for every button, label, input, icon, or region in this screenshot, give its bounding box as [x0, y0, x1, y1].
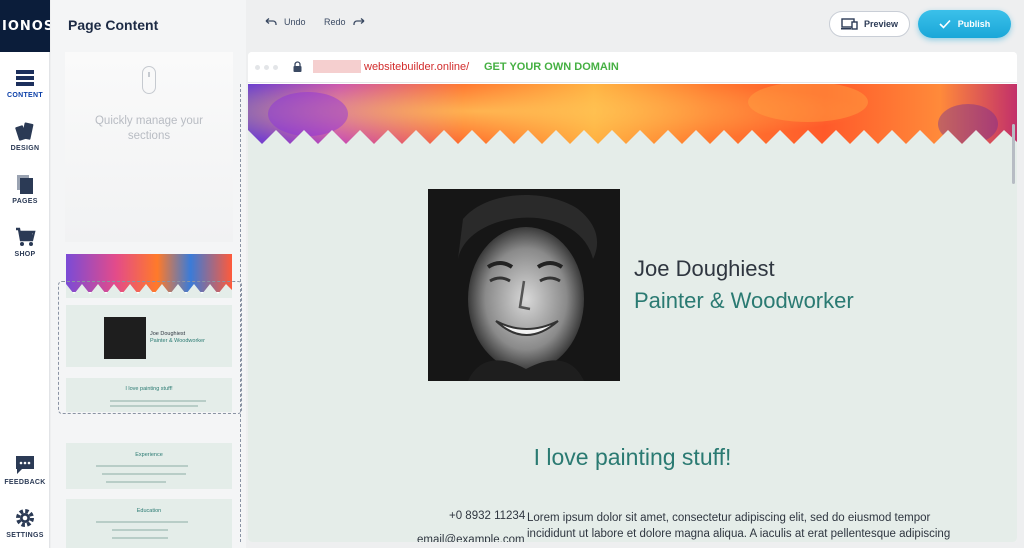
- rail-label-design: DESIGN: [10, 145, 40, 152]
- rail-label-pages: PAGES: [12, 198, 38, 205]
- url-subdomain-redacted: [313, 60, 361, 73]
- rail-item-pages[interactable]: PAGES: [0, 173, 50, 205]
- rail-item-feedback[interactable]: FEEDBACK: [0, 454, 50, 486]
- site-url: websitebuilder.online/: [364, 61, 470, 73]
- window-dot: [273, 65, 278, 70]
- thumb-text-line: [96, 465, 188, 467]
- gear-icon: [16, 509, 34, 527]
- hint-card: Quickly manage your sections: [65, 52, 233, 242]
- profile-job-title[interactable]: Painter & Woodworker: [634, 288, 854, 314]
- profile-photo[interactable]: [428, 189, 620, 381]
- rail-item-content[interactable]: CONTENT: [0, 67, 50, 99]
- preview-label: Preview: [863, 19, 899, 29]
- design-icon: [15, 122, 34, 141]
- hint-text: Quickly manage your sections: [94, 115, 204, 142]
- left-rail: IONOS CONTENT DESIGN PAGES SHOP FEEDBACK…: [0, 0, 50, 548]
- contact-email[interactable]: email@example.com: [417, 534, 525, 542]
- thumb-text-line: [96, 521, 188, 523]
- profile-name[interactable]: Joe Doughiest: [634, 256, 775, 282]
- rail-label-content: CONTENT: [7, 92, 43, 99]
- rail-label-settings: SETTINGS: [6, 532, 44, 539]
- window-dot: [264, 65, 269, 70]
- content-icon: [16, 70, 34, 86]
- pages-icon: [17, 175, 33, 194]
- thumb-text-line: [102, 473, 186, 475]
- mouse-scroll-icon: [142, 66, 156, 94]
- portrait-image: [428, 189, 620, 381]
- selected-section-outline: [58, 281, 242, 414]
- publish-button[interactable]: Publish: [918, 10, 1011, 38]
- thumb-text-line: [112, 537, 168, 539]
- site-canvas: Joe Doughiest Painter & Woodworker I lov…: [248, 84, 1017, 542]
- publish-label: Publish: [957, 19, 991, 29]
- undo-icon: [265, 18, 277, 25]
- cart-icon: [16, 227, 36, 246]
- undo-label: Undo: [284, 17, 306, 27]
- redo-label: Redo: [324, 17, 346, 27]
- rail-item-design[interactable]: DESIGN: [0, 120, 50, 152]
- preview-scrollbar[interactable]: [1012, 124, 1015, 184]
- ionos-logo[interactable]: IONOS: [0, 0, 50, 52]
- rail-item-shop[interactable]: SHOP: [0, 226, 50, 258]
- intro-heading[interactable]: I love painting stuff!: [248, 444, 1017, 471]
- site-preview-frame: websitebuilder.online/ GET YOUR OWN DOMA…: [248, 52, 1017, 542]
- section-thumb-education[interactable]: Education: [66, 499, 232, 548]
- header-banner-image[interactable]: [248, 84, 1017, 152]
- rail-label-shop: SHOP: [14, 251, 36, 258]
- panel-title: Page Content: [68, 17, 159, 33]
- thumb-text-line: [112, 529, 168, 531]
- address-bar: websitebuilder.online/ GET YOUR OWN DOMA…: [248, 52, 1017, 83]
- redo-icon: [352, 18, 364, 25]
- thumb-text-line: [106, 481, 166, 483]
- check-icon: [939, 19, 951, 29]
- rail-item-settings[interactable]: SETTINGS: [0, 507, 50, 539]
- redo-button[interactable]: Redo: [324, 17, 365, 27]
- window-dot: [255, 65, 260, 70]
- intro-body-text[interactable]: Lorem ipsum dolor sit amet, consectetur …: [527, 510, 967, 542]
- thumb-experience-title: Experience: [135, 452, 163, 458]
- get-domain-link[interactable]: GET YOUR OWN DOMAIN: [484, 61, 619, 73]
- selected-section-connector: [240, 84, 241, 542]
- contact-phone[interactable]: +0 8932 11234: [449, 510, 525, 522]
- rail-label-feedback: FEEDBACK: [4, 479, 46, 486]
- section-thumb-experience[interactable]: Experience: [66, 443, 232, 489]
- preview-button[interactable]: Preview: [829, 11, 910, 37]
- devices-icon: [840, 18, 858, 30]
- undo-button[interactable]: Undo: [265, 17, 306, 27]
- thumb-education-title: Education: [136, 508, 162, 514]
- chat-icon: [16, 456, 34, 474]
- lock-icon: [293, 61, 302, 72]
